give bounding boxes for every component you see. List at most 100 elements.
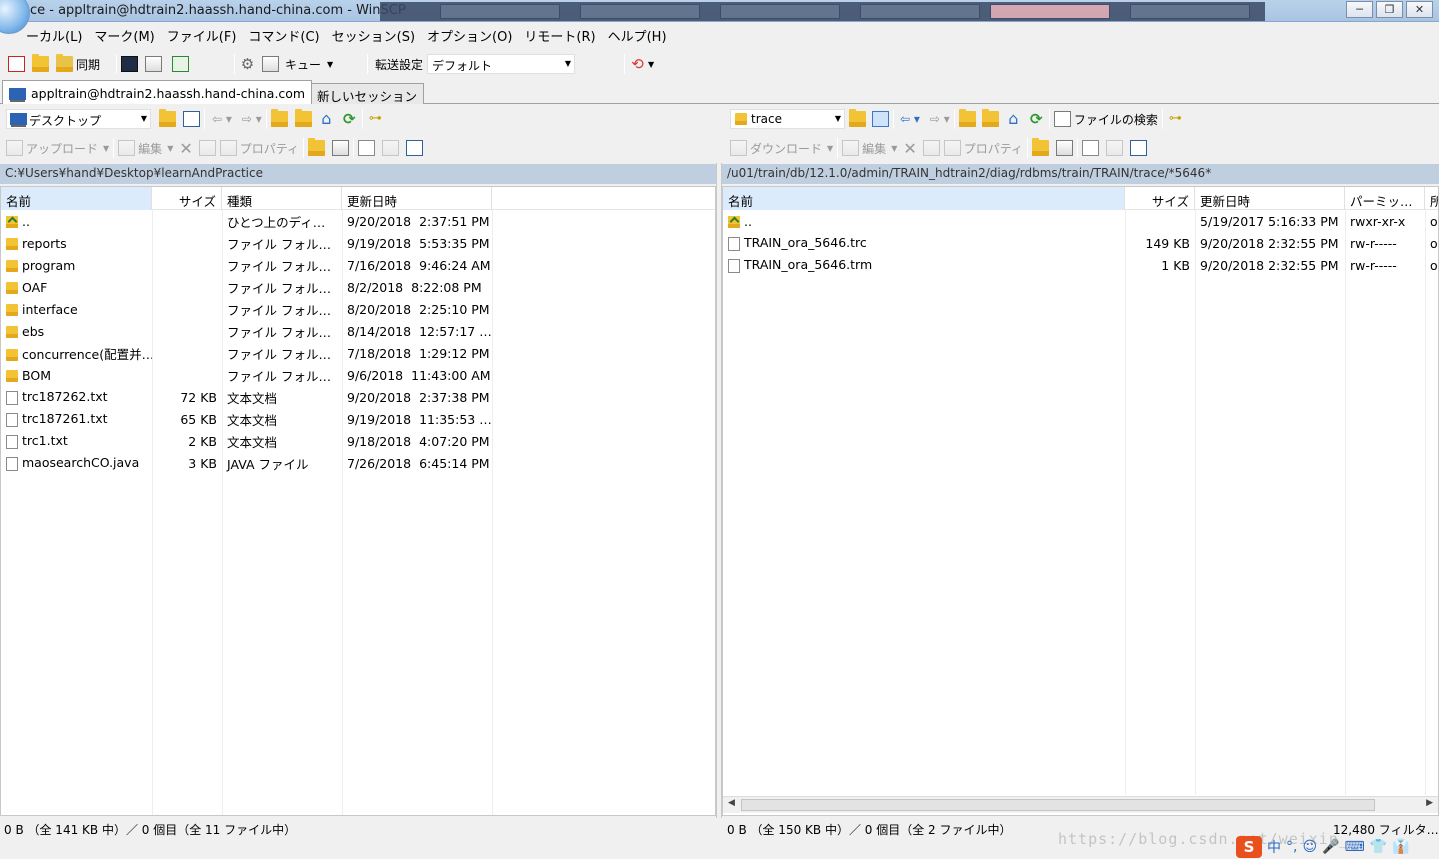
select-all-icon[interactable] xyxy=(358,140,376,156)
horizontal-scrollbar[interactable]: ◀ ▶ xyxy=(723,796,1438,813)
rename-icon[interactable] xyxy=(922,140,940,156)
taskbar-item[interactable] xyxy=(580,4,700,19)
filter-icon[interactable] xyxy=(872,111,889,127)
open-folder-icon[interactable] xyxy=(159,109,176,127)
menu-help[interactable]: ヘルプ(H) xyxy=(608,26,667,45)
table-row[interactable]: BOM ファイル フォル… 9/6/2018 11:43:00 AM xyxy=(1,364,492,386)
refresh-icon[interactable]: ⟳ xyxy=(341,111,358,127)
menu-session[interactable]: セッション(S) xyxy=(332,26,415,45)
taskbar-item[interactable] xyxy=(440,4,560,19)
column-modified[interactable]: 更新日時 xyxy=(1195,187,1345,210)
unselect-icon[interactable] xyxy=(382,140,400,156)
table-row[interactable]: TRAIN_ora_5646.trc 149 KB 9/20/2018 2:32:5… xyxy=(723,232,1438,254)
table-row[interactable]: OAF ファイル フォル… 8/2/2018 8:22:08 PM xyxy=(1,276,492,298)
sogou-ime-icon[interactable]: S xyxy=(1236,835,1262,858)
menu-local[interactable]: ーカル(L) xyxy=(26,26,82,45)
chinese-mode-icon[interactable]: 中 xyxy=(1267,837,1281,857)
download-icon[interactable] xyxy=(730,140,747,156)
forward-icon[interactable]: ⇨ ▾ xyxy=(242,112,262,126)
column-name[interactable]: 名前 xyxy=(1,187,152,210)
chevron-down-icon[interactable]: ▼ xyxy=(648,60,654,69)
filter-icon[interactable] xyxy=(183,111,200,127)
chevron-down-icon[interactable]: ▼ xyxy=(827,144,833,153)
parent-dir-icon[interactable] xyxy=(270,109,288,127)
table-row[interactable]: concurrence(配置并… ファイル フォル… 7/18/2018 1:29:1… xyxy=(1,342,492,364)
column-type[interactable]: 種類 xyxy=(222,187,342,210)
find-files-icon[interactable] xyxy=(1053,111,1071,127)
local-location-select[interactable]: デスクトップ ▼ xyxy=(6,109,151,129)
sync-browse-icon[interactable] xyxy=(32,54,49,72)
new-folder-icon[interactable] xyxy=(308,138,326,156)
taskbar-item[interactable] xyxy=(1130,4,1250,19)
column-name[interactable]: 名前 xyxy=(723,187,1125,210)
close-button[interactable]: ✕ xyxy=(1406,1,1433,18)
putty-icon[interactable] xyxy=(145,56,162,72)
new-file-icon[interactable] xyxy=(1056,140,1074,156)
sync-label[interactable]: 同期 xyxy=(76,56,100,73)
console-icon[interactable] xyxy=(121,56,138,72)
table-row[interactable]: interface ファイル フォル… 8/20/2018 2:25:10 PM xyxy=(1,298,492,320)
menu-file[interactable]: ファイル(F) xyxy=(167,26,237,45)
refresh-icon[interactable]: ⟳ xyxy=(1028,111,1045,127)
scrollbar-thumb[interactable] xyxy=(741,799,1375,811)
root-dir-icon[interactable] xyxy=(294,109,312,127)
column-owner[interactable]: 所 xyxy=(1425,187,1438,210)
download-button[interactable]: ダウンロード xyxy=(750,140,822,157)
table-row[interactable]: reports ファイル フォル… 9/19/2018 5:53:35 PM xyxy=(1,232,492,254)
remote-path-bar[interactable]: /u01/train/db/12.1.0/admin/TRAIN_hdtrain… xyxy=(722,164,1439,184)
table-row[interactable]: TRAIN_ora_5646.trm 1 KB 9/20/2018 2:32:55 … xyxy=(723,254,1438,276)
taskbar-item[interactable] xyxy=(720,4,840,19)
keyboard-icon[interactable]: ⌨ xyxy=(1345,839,1365,855)
table-row[interactable]: .. ひとつ上のディ… 9/20/2018 2:37:51 PM xyxy=(1,210,492,232)
properties-button[interactable]: プロパティ xyxy=(240,140,299,157)
delete-icon[interactable]: ✕ xyxy=(179,139,192,158)
back-icon[interactable]: ⇦ ▾ xyxy=(900,112,920,126)
remote-file-list[interactable]: 名前 サイズ 更新日時 パーミッ… 所 .. 5/19/2017 5:16:33 … xyxy=(722,186,1439,816)
toolbox-icon[interactable]: 👔 xyxy=(1392,839,1409,855)
column-modified[interactable]: 更新日時 xyxy=(342,187,492,210)
menu-mark[interactable]: マーク(M) xyxy=(94,26,154,45)
properties-icon[interactable] xyxy=(219,140,237,156)
filter-select-icon[interactable] xyxy=(1130,140,1148,156)
microphone-icon[interactable]: 🎤 xyxy=(1322,839,1339,855)
taskbar-item[interactable] xyxy=(990,4,1110,19)
edit-button[interactable]: 編集 xyxy=(862,140,886,157)
edit-button[interactable]: 編集 xyxy=(138,140,162,157)
parent-dir-icon[interactable] xyxy=(958,109,976,127)
column-size[interactable]: サイズ xyxy=(152,187,222,210)
table-row[interactable]: trc1.txt 2 KB 文本文档 9/18/2018 4:07:20 PM xyxy=(1,430,492,452)
table-row[interactable]: .. 5/19/2017 5:16:33 PM rwxr-xr-x o xyxy=(723,210,1438,232)
compare-dirs-icon[interactable] xyxy=(8,56,25,72)
tree-icon[interactable]: ⊶ xyxy=(367,111,384,127)
table-row[interactable]: ebs ファイル フォル… 8/14/2018 12:57:17 … xyxy=(1,320,492,342)
chevron-down-icon[interactable]: ▼ xyxy=(327,60,333,69)
menu-options[interactable]: オプション(O) xyxy=(427,26,512,45)
tab-session[interactable]: appltrain@hdtrain2.haassh.hand-china.com xyxy=(2,80,313,104)
queue-label[interactable]: キュー xyxy=(285,56,321,73)
synchronize-icon[interactable] xyxy=(172,56,189,72)
home-icon[interactable]: ⌂ xyxy=(1005,111,1022,127)
chevron-down-icon[interactable]: ▼ xyxy=(167,144,173,153)
reconnect-icon[interactable]: ⟲ xyxy=(629,56,646,72)
chevron-down-icon[interactable]: ▼ xyxy=(103,144,109,153)
menu-remote[interactable]: リモート(R) xyxy=(524,26,595,45)
delete-icon[interactable]: ✕ xyxy=(903,139,916,158)
filter-select-icon[interactable] xyxy=(406,140,424,156)
tree-icon[interactable]: ⊶ xyxy=(1167,111,1184,127)
table-row[interactable]: trc187261.txt 65 KB 文本文档 9/19/2018 11:35:53 … xyxy=(1,408,492,430)
table-row[interactable]: maosearchCO.java 3 KB JAVA ファイル 7/26/2018 6:… xyxy=(1,452,492,474)
upload-icon[interactable] xyxy=(6,140,23,156)
new-folder-icon[interactable] xyxy=(1032,138,1050,156)
menu-command[interactable]: コマンド(C) xyxy=(248,26,319,45)
queue-icon[interactable] xyxy=(262,56,279,72)
minimize-button[interactable]: ─ xyxy=(1346,1,1373,18)
properties-icon[interactable] xyxy=(943,140,961,156)
taskbar-item[interactable] xyxy=(860,4,980,19)
gear-icon[interactable]: ⚙ xyxy=(239,56,256,72)
select-all-icon[interactable] xyxy=(1082,140,1100,156)
column-size[interactable]: サイズ xyxy=(1125,187,1195,210)
table-row[interactable]: trc187262.txt 72 KB 文本文档 9/20/2018 2:37:38 P… xyxy=(1,386,492,408)
upload-button[interactable]: アップロード xyxy=(26,140,98,157)
open-folder-icon[interactable] xyxy=(849,109,866,127)
emoji-icon[interactable]: ☺ xyxy=(1302,839,1317,855)
